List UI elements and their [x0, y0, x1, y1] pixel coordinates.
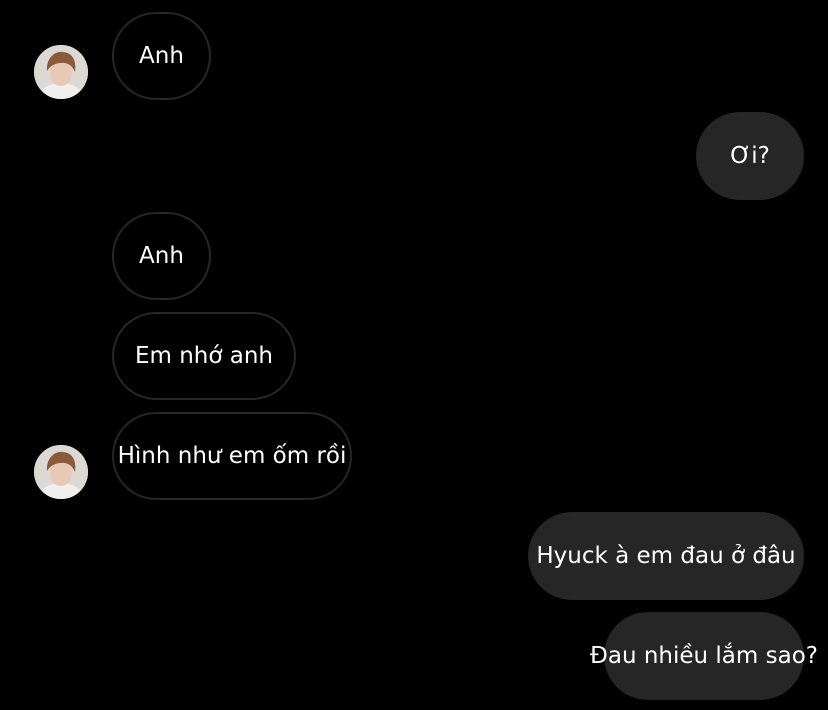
message-text: Anh	[139, 43, 184, 69]
message-bubble-incoming[interactable]: Anh	[112, 212, 211, 300]
message-text: Anh	[139, 243, 184, 269]
message-text: Em nhớ anh	[134, 343, 274, 369]
message-text: Hình như em ốm rồi	[117, 443, 347, 469]
message-bubble-incoming[interactable]: Em nhớ anh	[112, 312, 296, 400]
message-bubble-outgoing[interactable]: Ơi?	[696, 112, 804, 200]
message-text: Ơi?	[730, 143, 770, 169]
message-text: Đau nhiều lắm sao?	[590, 643, 818, 669]
message-bubble-incoming[interactable]: Anh	[112, 12, 211, 100]
contact-avatar[interactable]	[34, 45, 88, 99]
contact-avatar[interactable]	[34, 445, 88, 499]
avatar-photo-icon	[34, 445, 88, 499]
message-text: Hyuck à em đau ở đâu	[536, 543, 796, 569]
message-bubble-incoming[interactable]: Hình như em ốm rồi	[112, 412, 352, 500]
avatar-photo-icon	[34, 45, 88, 99]
message-bubble-outgoing[interactable]: Hyuck à em đau ở đâu	[528, 512, 804, 600]
message-bubble-outgoing[interactable]: Đau nhiều lắm sao?	[590, 612, 818, 700]
